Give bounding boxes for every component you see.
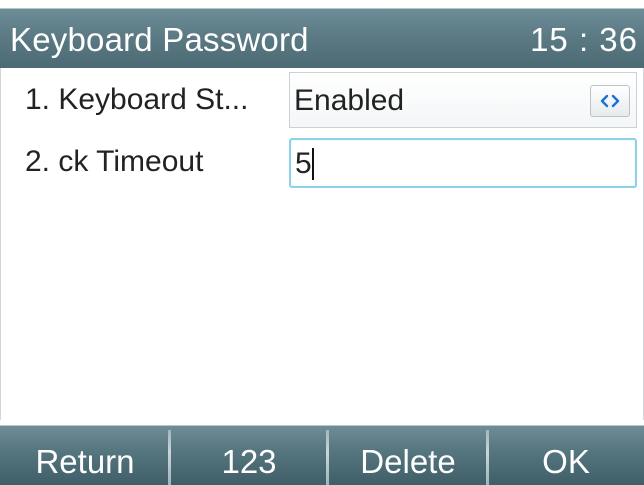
lock-timeout-value: 5: [295, 147, 312, 180]
lock-timeout-label: 2. ck Timeout: [25, 145, 204, 178]
page-title: Keyboard Password: [10, 21, 309, 58]
keyboard-status-value: Enabled: [294, 84, 405, 117]
text-caret: [312, 148, 314, 180]
delete-button[interactable]: Delete: [328, 425, 488, 485]
keyboard-status-label: 1. Keyboard St...: [25, 83, 249, 116]
keyboard-status-select[interactable]: Enabled: [289, 72, 637, 128]
list-item-keyboard-status[interactable]: 1. Keyboard St... Enabled: [1, 72, 644, 128]
phone-screen: Keyboard Password 15 : 36 1. Keyboard St…: [0, 0, 644, 485]
list-item-lock-timeout[interactable]: 2. ck Timeout 5: [1, 134, 644, 190]
left-right-arrows-icon[interactable]: [590, 85, 630, 117]
title-bar: Keyboard Password 15 : 36: [0, 0, 644, 68]
lock-timeout-input[interactable]: 5: [289, 138, 637, 188]
return-button[interactable]: Return: [0, 425, 170, 485]
ok-button[interactable]: OK: [488, 425, 644, 485]
input-mode-button[interactable]: 123: [170, 425, 328, 485]
clock: 15 : 36: [530, 21, 638, 58]
softkey-bar: Return 123 Delete OK: [0, 420, 644, 485]
settings-list: 1. Keyboard St... Enabled 2. ck Timeout …: [0, 68, 644, 420]
